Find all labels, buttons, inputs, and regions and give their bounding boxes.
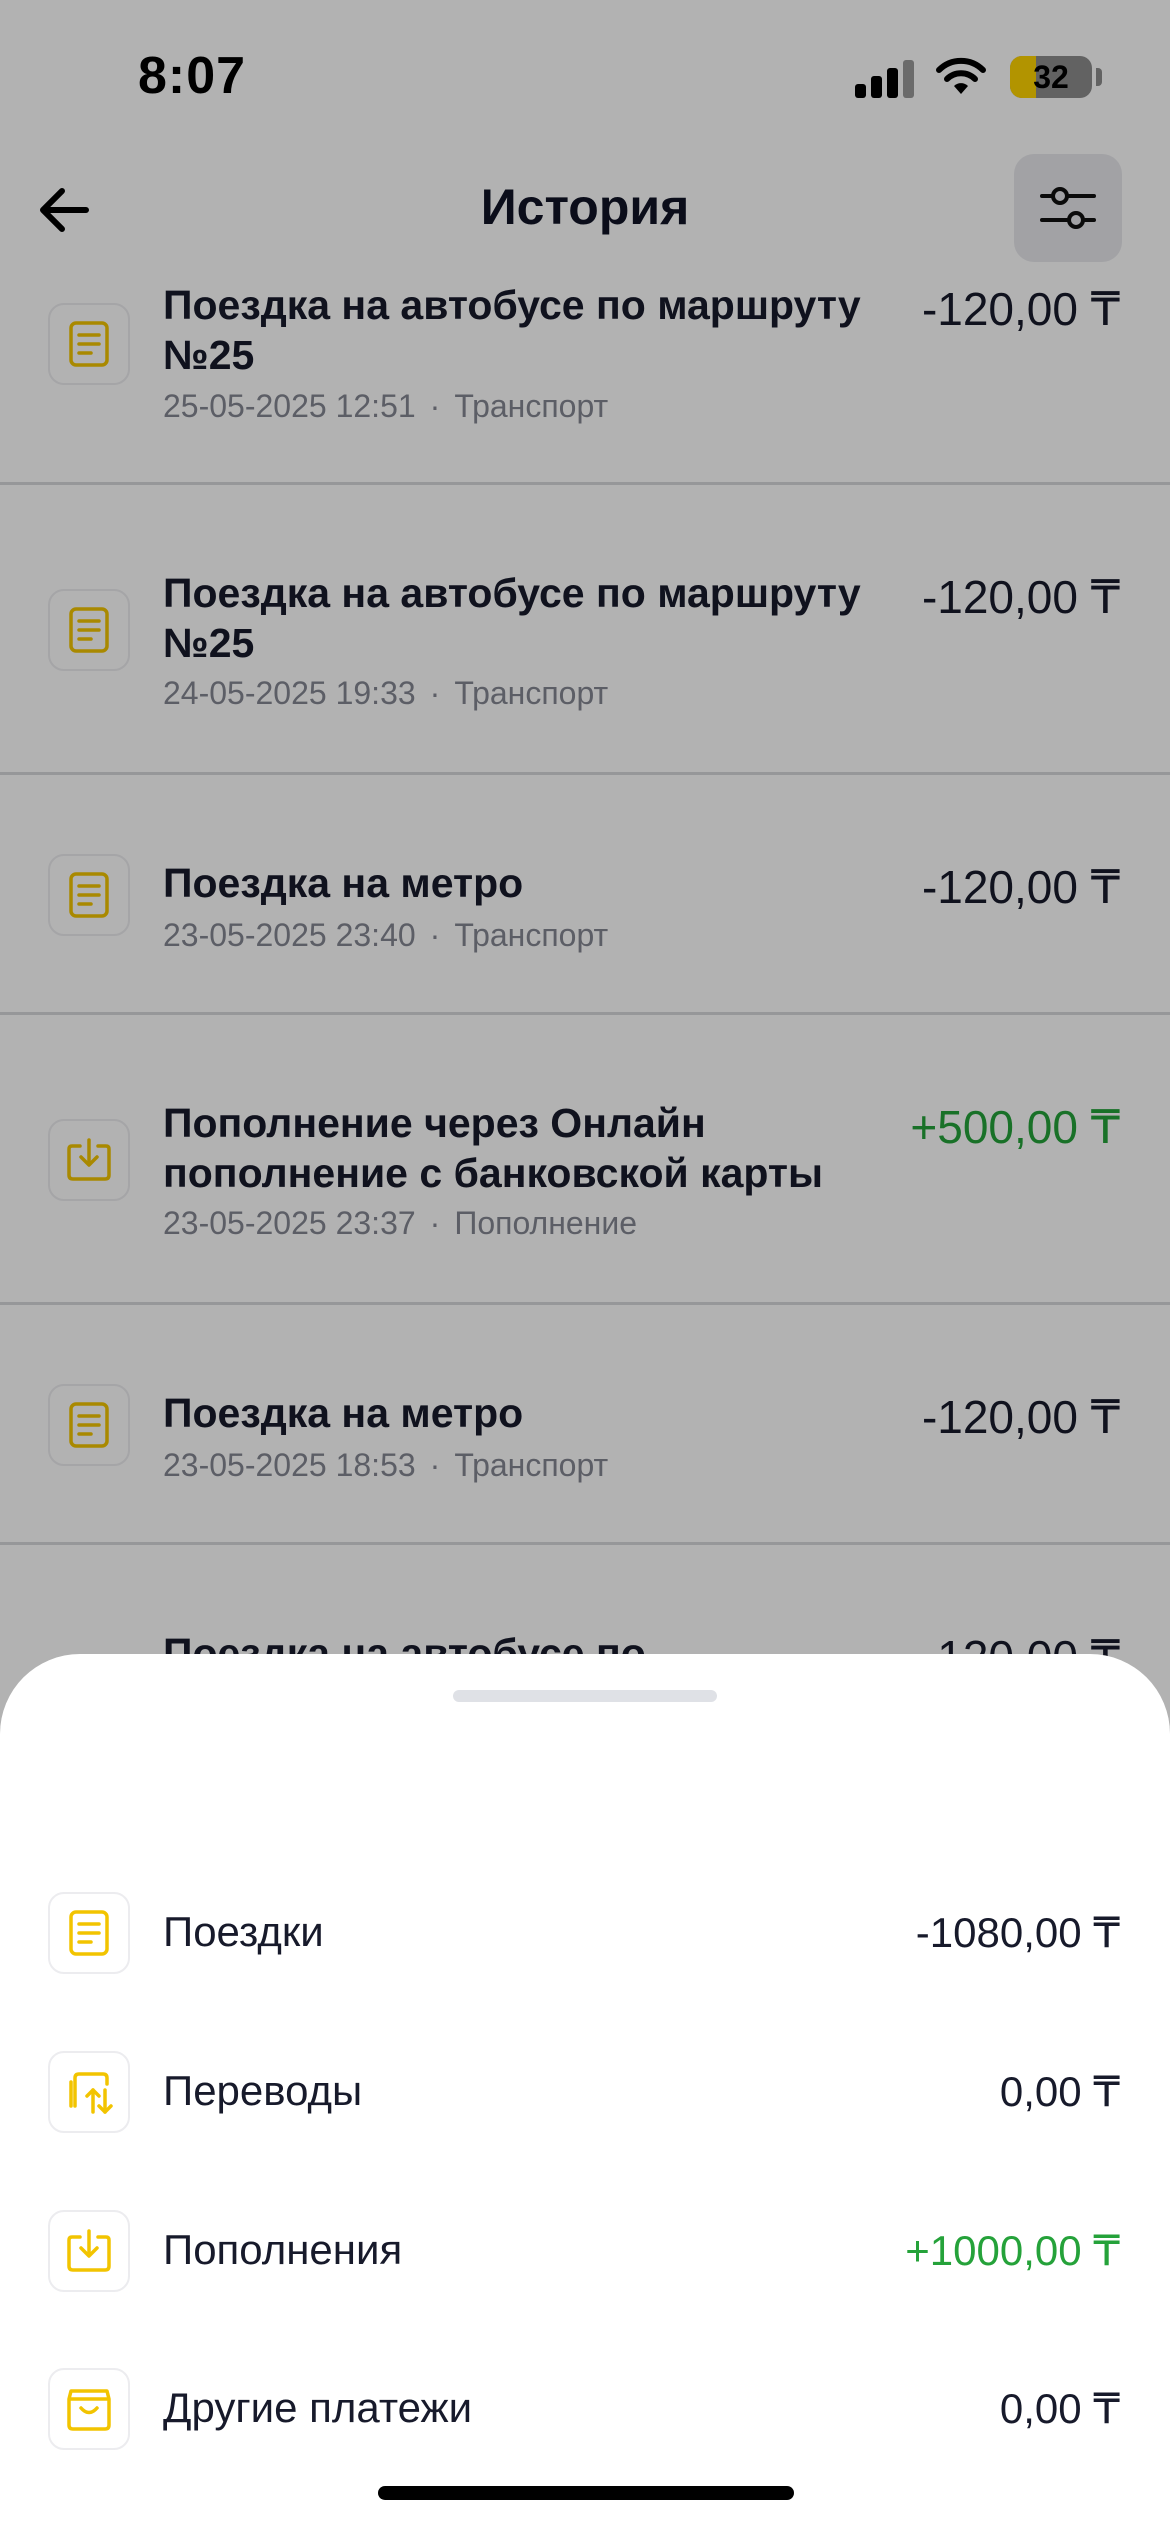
transfer-icon	[48, 2051, 130, 2133]
summary-label: Переводы	[163, 2067, 363, 2114]
summary-row-other-payments: Другие платежи 0,00 ₸	[0, 2348, 1170, 2468]
summary-row-topups: Пополнения +1000,00 ₸	[0, 2190, 1170, 2310]
summary-value: +1000,00 ₸	[905, 2227, 1120, 2274]
summary-label: Поездки	[163, 1908, 324, 1955]
receipt-icon	[48, 1892, 130, 1974]
history-screen: 8:07 32 История Поездка на автобусе по м…	[0, 0, 1170, 2532]
summary-label: Другие платежи	[163, 2384, 473, 2431]
download-tray-icon	[48, 2210, 130, 2292]
summary-label: Пополнения	[163, 2226, 403, 2273]
summary-value: 0,00 ₸	[999, 2385, 1120, 2432]
summary-value: -1080,00 ₸	[915, 1909, 1120, 1956]
sheet-grabber[interactable]	[453, 1690, 717, 1702]
summary-value: 0,00 ₸	[999, 2068, 1120, 2115]
shopping-bag-icon	[48, 2368, 130, 2450]
summary-bottom-sheet: Поездки -1080,00 ₸ Переводы 0,00 ₸ Попол…	[0, 1654, 1170, 2532]
summary-row-transfers: Переводы 0,00 ₸	[0, 2031, 1170, 2151]
summary-row-trips: Поездки -1080,00 ₸	[0, 1872, 1170, 1992]
home-indicator[interactable]	[378, 2486, 794, 2500]
